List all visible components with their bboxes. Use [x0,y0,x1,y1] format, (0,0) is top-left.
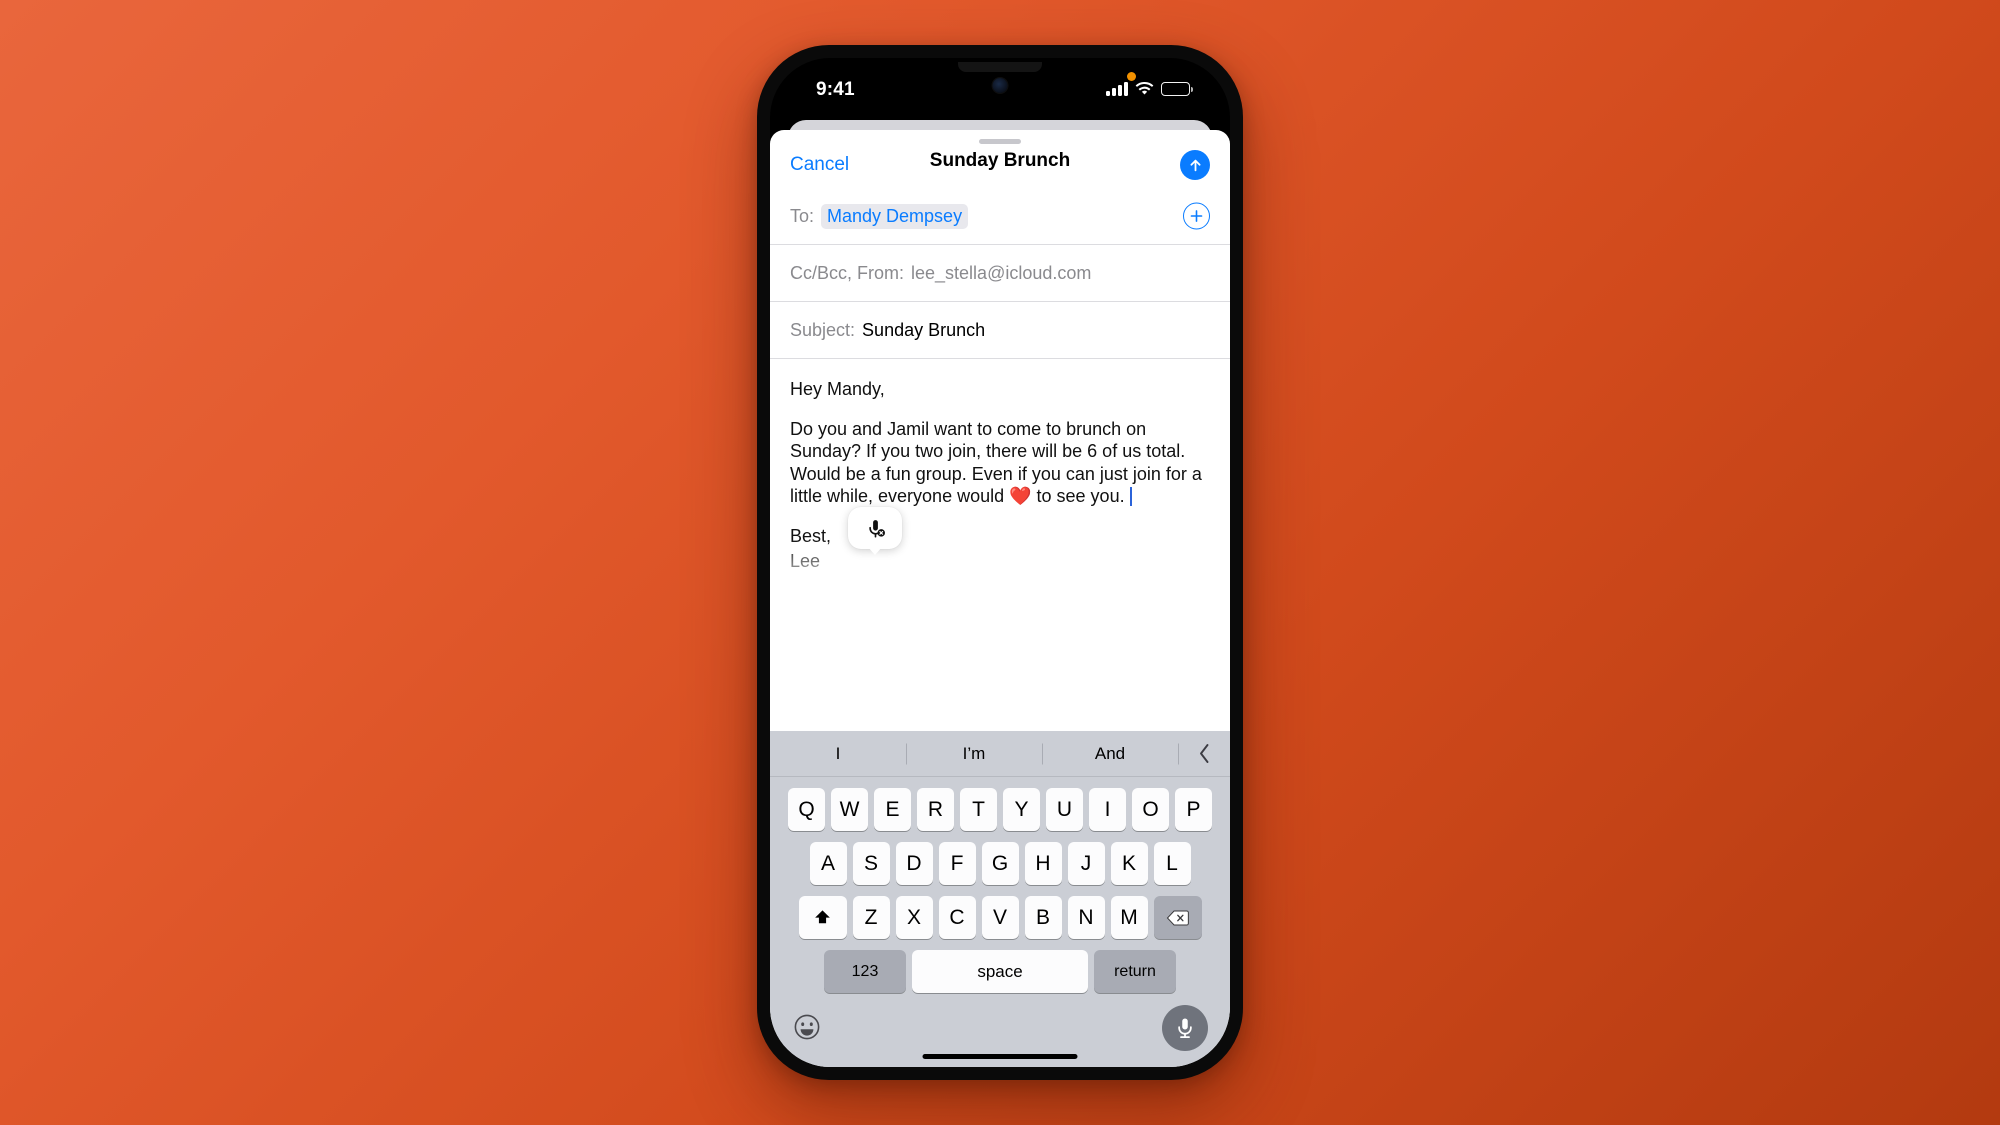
front-camera-icon [992,78,1008,93]
home-indicator [922,1054,1078,1059]
return-key[interactable]: return [1094,950,1176,993]
cc-bcc-from-label: Cc/Bcc, From: [790,262,905,283]
text-cursor-caret [1129,487,1132,506]
key-u[interactable]: U [1046,788,1083,831]
phone-device-frame: 9:41 Cancel Sunday Brunch To: Mandy Demp… [757,45,1243,1080]
key-t[interactable]: T [960,788,997,831]
recipient-token-mandy-dempsey[interactable]: Mandy Dempsey [821,203,969,229]
key-d[interactable]: D [895,842,933,885]
predictive-text-bar: I I’m And [770,731,1230,777]
status-bar-icons [1106,80,1194,96]
key-k[interactable]: K [1110,842,1148,885]
mail-compose-sheet: Cancel Sunday Brunch To: Mandy Dempsey C… [770,130,1230,1067]
key-m[interactable]: M [1110,896,1148,939]
key-q[interactable]: Q [788,788,825,831]
subject-label: Subject: [790,319,856,340]
key-l[interactable]: L [1153,842,1191,885]
key-y[interactable]: Y [1003,788,1040,831]
key-z[interactable]: Z [852,896,890,939]
plus-icon [1190,210,1203,222]
cellular-bars-icon [1106,82,1128,96]
status-bar-time: 9:41 [816,79,855,100]
cc-bcc-from-field-row[interactable]: Cc/Bcc, From: lee_stella@icloud.com [770,245,1230,302]
emoji-smiley-icon [794,1014,820,1040]
shift-arrow-up-icon [815,910,830,924]
battery-icon [1161,82,1194,96]
prediction-item-1[interactable]: I [770,744,906,764]
phone-screen: 9:41 Cancel Sunday Brunch To: Mandy Demp… [770,58,1230,1067]
key-v[interactable]: V [981,896,1019,939]
prediction-item-3[interactable]: And [1042,744,1178,764]
from-address-value: lee_stella@icloud.com [911,262,1092,283]
microphone-icon [1178,1018,1192,1039]
key-s[interactable]: S [852,842,890,885]
body-paragraph: Do you and Jamil want to come to brunch … [790,418,1202,506]
collapse-predictions-button[interactable] [1178,743,1230,764]
key-j[interactable]: J [1067,842,1105,885]
space-key[interactable]: space [912,950,1088,993]
numbers-key[interactable]: 123 [824,950,906,993]
key-i[interactable]: I [1089,788,1126,831]
key-b[interactable]: B [1024,896,1062,939]
keyboard-row-2: ASDFGHJKL [770,842,1230,885]
key-r[interactable]: R [917,788,954,831]
keyboard-row-bottom: 123 space return [770,950,1230,993]
to-field-row[interactable]: To: Mandy Dempsey [770,188,1230,245]
to-field-label: To: [790,205,815,226]
dictation-microphone-button[interactable] [1162,1005,1208,1051]
body-signoff-line2: Lee [790,551,821,571]
key-n[interactable]: N [1067,896,1105,939]
key-o[interactable]: O [1132,788,1169,831]
arrow-up-icon [1189,159,1201,171]
microphone-slash-icon [868,519,885,538]
dynamic-island [958,62,1042,72]
delete-backward-icon [1166,909,1189,926]
key-h[interactable]: H [1024,842,1062,885]
key-p[interactable]: P [1175,788,1212,831]
send-button[interactable] [1180,150,1210,180]
onscreen-keyboard: I I’m And QWERTYUIOP ASDFGHJKL Z X C V B… [770,731,1230,1067]
body-greeting: Hey Mandy, [790,379,885,399]
key-a[interactable]: A [809,842,847,885]
keyboard-row-1: QWERTYUIOP [770,788,1230,831]
compose-navigation-bar: Cancel Sunday Brunch [770,130,1230,188]
key-e[interactable]: E [874,788,911,831]
subject-field-row[interactable]: Subject: Sunday Brunch [770,302,1230,359]
key-f[interactable]: F [938,842,976,885]
mail-body-text-area[interactable]: Hey Mandy, Do you and Jamil want to come… [770,359,1230,609]
wifi-icon [1135,82,1154,95]
keyboard-accessory-row [770,1001,1230,1067]
dictation-stopped-popup [848,507,902,549]
keyboard-row-3: ZXCVBNM [770,896,1230,939]
chevron-left-icon [1199,744,1208,763]
shift-key[interactable] [798,896,847,939]
cancel-button[interactable]: Cancel [790,154,849,176]
prediction-item-2[interactable]: I’m [906,744,1042,764]
subject-value: Sunday Brunch [862,319,986,340]
add-contact-button[interactable] [1183,202,1210,230]
key-c[interactable]: C [938,896,976,939]
key-x[interactable]: X [895,896,933,939]
key-w[interactable]: W [831,788,868,831]
backspace-key[interactable] [1153,896,1202,939]
key-g[interactable]: G [981,842,1019,885]
emoji-button[interactable] [792,1013,822,1043]
